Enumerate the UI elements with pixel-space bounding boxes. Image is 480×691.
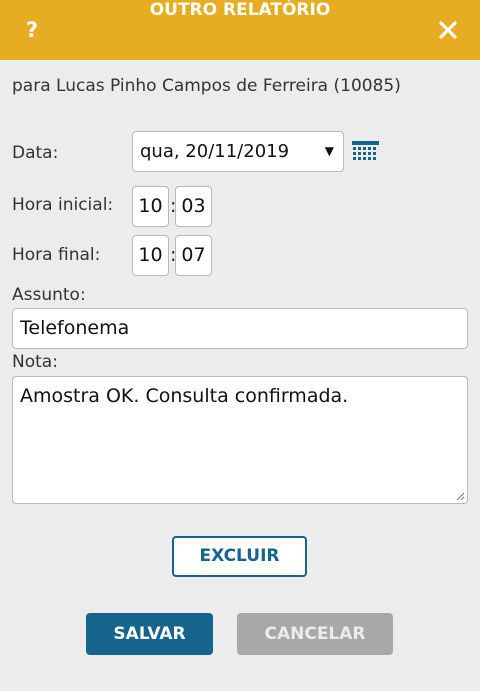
start-time-label: Hora inicial: xyxy=(12,195,114,215)
start-minute-input[interactable]: 03 xyxy=(175,186,212,227)
note-text: Amostra OK. Consulta confirmada. xyxy=(20,385,349,407)
note-textarea[interactable]: Amostra OK. Consulta confirmada. xyxy=(12,376,468,504)
close-icon[interactable] xyxy=(434,16,462,44)
dialog-title: OUTRO RELATÓRIO xyxy=(149,0,331,20)
cancel-button[interactable]: CANCELAR xyxy=(237,613,393,655)
start-hour-input[interactable]: 10 xyxy=(132,186,169,227)
subject-label: Assunto: xyxy=(12,285,86,305)
note-label: Nota: xyxy=(12,352,58,372)
chevron-down-icon: ▼ xyxy=(324,144,334,158)
calendar-icon[interactable] xyxy=(352,141,379,161)
delete-button[interactable]: EXCLUIR xyxy=(172,536,307,577)
date-value: qua, 20/11/2019 xyxy=(140,141,290,162)
date-label: Data: xyxy=(12,143,59,163)
save-button[interactable]: SALVAR xyxy=(86,613,213,655)
end-time-label: Hora final: xyxy=(12,245,101,265)
end-hour-input[interactable]: 10 xyxy=(132,235,169,276)
end-minute-input[interactable]: 07 xyxy=(175,235,212,276)
resize-grip-icon[interactable] xyxy=(455,491,465,501)
subject-input[interactable]: Telefonema xyxy=(12,308,468,349)
patient-name: para Lucas Pinho Campos de Ferreira (100… xyxy=(12,76,401,96)
date-select[interactable]: qua, 20/11/2019 ▼ xyxy=(132,131,344,172)
dialog-titlebar: ? OUTRO RELATÓRIO xyxy=(0,0,480,60)
